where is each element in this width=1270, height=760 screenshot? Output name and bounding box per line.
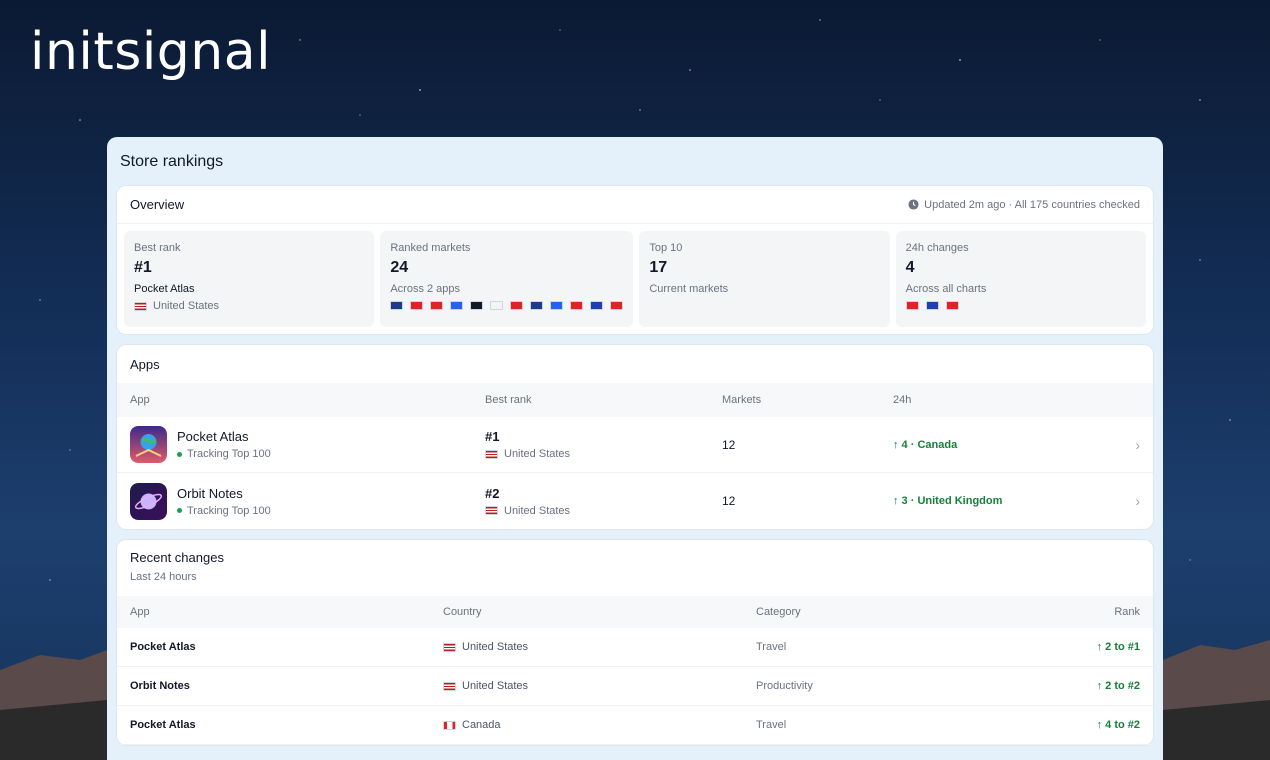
country-flag-icon bbox=[470, 301, 484, 310]
stat-24h-changes: 24h changes 4 Across all charts bbox=[895, 231, 1146, 327]
country-flag-icon bbox=[925, 301, 939, 310]
col-rank: Rank bbox=[1114, 606, 1140, 618]
markets-count: 12 bbox=[722, 437, 736, 452]
country-flag-icon bbox=[410, 301, 424, 310]
row-category: Travel bbox=[756, 719, 787, 731]
row-app: Pocket Atlas bbox=[130, 719, 196, 731]
chevron-right-icon[interactable]: › bbox=[1120, 437, 1140, 453]
chevron-right-icon[interactable]: › bbox=[1120, 493, 1140, 509]
status-dot-icon bbox=[177, 508, 182, 513]
recent-changes-card: Recent changes Last 24 hours App Country… bbox=[116, 539, 1154, 746]
stat-value: #1 bbox=[134, 259, 152, 276]
store-rankings-panel: Store rankings Overview Updated 2m ago ·… bbox=[107, 137, 1163, 760]
orbit-notes-app-icon bbox=[130, 482, 167, 520]
stat-ranked-markets: Ranked markets 24 Across 2 apps bbox=[380, 231, 634, 327]
row-category: Productivity bbox=[756, 680, 813, 692]
stat-label: Best rank bbox=[134, 242, 181, 254]
row-app: Pocket Atlas bbox=[130, 641, 196, 653]
change-flags bbox=[905, 301, 1136, 310]
stat-value: 4 bbox=[905, 259, 915, 276]
country-flag-icon bbox=[450, 301, 464, 310]
app-row-pocket-atlas[interactable]: Pocket Atlas Tracking Top 100 #1 United … bbox=[117, 417, 1153, 473]
country-flag-icon bbox=[590, 301, 604, 310]
stat-country: United States bbox=[153, 300, 220, 312]
country-flag-icon bbox=[610, 301, 624, 310]
row-country: United States bbox=[462, 641, 529, 653]
status-dot-icon bbox=[177, 451, 182, 457]
canada-flag-icon bbox=[443, 720, 456, 730]
market-flags bbox=[390, 301, 624, 310]
us-flag-icon bbox=[134, 301, 147, 311]
us-flag-icon bbox=[485, 449, 498, 459]
col-app: App bbox=[130, 606, 150, 618]
stat-label: 24h changes bbox=[905, 242, 969, 254]
brand-logo: initsignal bbox=[30, 22, 272, 82]
row-country: Canada bbox=[462, 719, 501, 731]
col-markets: Markets bbox=[722, 394, 762, 406]
country-flag-icon bbox=[550, 301, 564, 310]
table-row[interactable]: Pocket Atlas United States Travel ↑ 2 to… bbox=[117, 628, 1153, 667]
col-best-rank: Best rank bbox=[485, 394, 532, 406]
best-rank: #1 bbox=[485, 429, 500, 444]
apps-table-header: App Best rank Markets 24h bbox=[117, 383, 1153, 417]
country-flag-icon bbox=[490, 301, 504, 310]
app-status: Tracking Top 100 bbox=[187, 504, 271, 517]
pocket-atlas-app-icon bbox=[130, 426, 167, 463]
table-row[interactable]: Orbit Notes United States Productivity ↑… bbox=[117, 667, 1153, 706]
apps-title: Apps bbox=[130, 356, 160, 372]
country-flag-icon bbox=[945, 301, 959, 310]
stat-sub: Across all charts bbox=[905, 283, 987, 295]
us-flag-icon bbox=[443, 642, 456, 652]
us-flag-icon bbox=[443, 681, 456, 691]
country-flag-icon bbox=[430, 301, 444, 310]
page-title: Store rankings bbox=[120, 153, 224, 170]
row-rank-change: ↑ 2 to #1 bbox=[1096, 641, 1140, 653]
app-status: Tracking Top 100 bbox=[187, 448, 271, 460]
country-flag-icon bbox=[390, 301, 404, 310]
country-flag-icon bbox=[530, 301, 544, 310]
app-name: Orbit Notes bbox=[177, 485, 243, 501]
change-24h: ↑ 3 · United Kingdom bbox=[893, 495, 1003, 507]
col-country: Country bbox=[443, 606, 482, 618]
recent-changes-subtitle: Last 24 hours bbox=[130, 571, 197, 583]
app-name: Pocket Atlas bbox=[177, 429, 249, 444]
stat-sub: Pocket Atlas bbox=[134, 283, 195, 295]
markets-count: 12 bbox=[722, 494, 736, 508]
recent-changes-title: Recent changes bbox=[130, 550, 224, 565]
overview-title: Overview bbox=[130, 197, 185, 212]
country-flag-icon bbox=[570, 301, 584, 310]
apps-card: Apps App Best rank Markets 24h Pocket At… bbox=[116, 344, 1154, 530]
row-country: United States bbox=[462, 680, 529, 692]
stat-top-10: Top 10 17 Current markets bbox=[639, 231, 890, 327]
recent-table-header: App Country Category Rank bbox=[117, 596, 1153, 628]
stat-value: 24 bbox=[390, 259, 409, 276]
country-flag-icon bbox=[905, 301, 919, 310]
row-rank-change: ↑ 2 to #2 bbox=[1096, 680, 1140, 692]
update-status: Updated 2m ago · All 175 countries check… bbox=[908, 199, 1140, 211]
stat-label: Top 10 bbox=[649, 242, 683, 254]
country-flag-icon bbox=[510, 301, 524, 310]
stat-best-rank: Best rank #1 Pocket Atlas United States bbox=[124, 231, 375, 327]
col-app: App bbox=[130, 394, 150, 406]
row-category: Travel bbox=[756, 641, 787, 653]
row-app: Orbit Notes bbox=[130, 680, 190, 692]
us-flag-icon bbox=[485, 506, 498, 515]
col-category: Category bbox=[756, 606, 801, 618]
best-rank-country: United States bbox=[504, 448, 571, 460]
stat-value: 17 bbox=[649, 259, 668, 276]
clock-icon bbox=[908, 199, 919, 210]
stat-label: Ranked markets bbox=[390, 242, 471, 254]
row-rank-change: ↑ 4 to #2 bbox=[1096, 719, 1140, 731]
stat-sub: Across 2 apps bbox=[390, 283, 461, 295]
overview-card: Overview Updated 2m ago · All 175 countr… bbox=[116, 185, 1154, 335]
best-rank-country: United States bbox=[504, 504, 571, 517]
update-text: Updated 2m ago · All 175 countries check… bbox=[924, 198, 1140, 211]
col-24h: 24h bbox=[893, 394, 912, 406]
stat-sub: Current markets bbox=[649, 283, 729, 295]
best-rank: #2 bbox=[485, 485, 500, 501]
app-row-orbit-notes[interactable]: Orbit Notes Tracking Top 100 #2 United S… bbox=[117, 473, 1153, 529]
change-24h: ↑ 4 · Canada bbox=[893, 438, 958, 451]
table-row[interactable]: Pocket Atlas Canada Travel ↑ 4 to #2 bbox=[117, 706, 1153, 745]
